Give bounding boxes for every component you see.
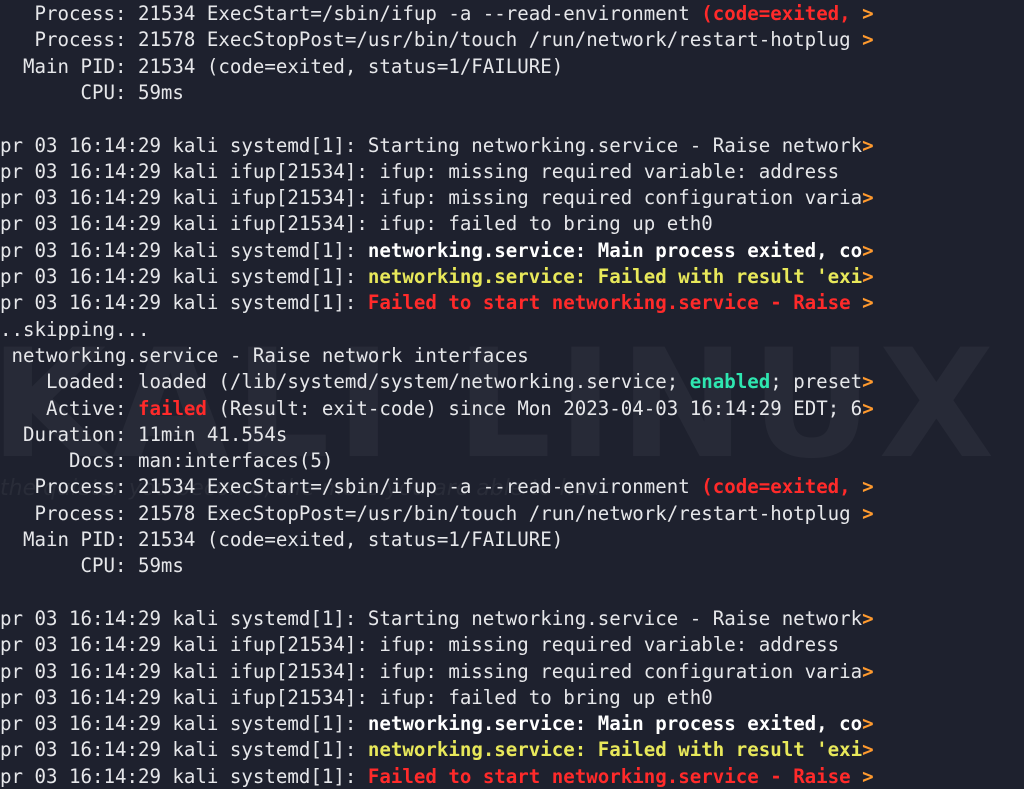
terminal-line: Docs: man:interfaces(5) (0, 448, 1024, 474)
terminal-text: pr 03 16:14:29 kali ifup[21534]: ifup: m… (0, 659, 863, 683)
terminal-line: Active: failed (Result: exit-code) since… (0, 396, 1024, 422)
terminal-line: pr 03 16:14:29 kali ifup[21534]: ifup: m… (0, 185, 1024, 211)
terminal-text-yellow-b: networking.service: Failed with result '… (367, 265, 863, 288)
terminal-text-orange: > (862, 291, 874, 315)
terminal-text: pr 03 16:14:29 kali ifup[21534]: ifup: m… (0, 186, 863, 210)
terminal-text-red-b: failed (137, 396, 207, 420)
terminal-line: Loaded: loaded (/lib/systemd/system/netw… (0, 369, 1024, 395)
terminal-text: Process: 21578 ExecStopPost=/usr/bin/tou… (0, 28, 863, 52)
terminal-line: CPU: 59ms (0, 553, 1024, 579)
terminal-text-orange: > (862, 370, 874, 394)
terminal-line: pr 03 16:14:29 kali systemd[1]: Starting… (0, 133, 1024, 159)
terminal-text: pr 03 16:14:29 kali systemd[1]: (0, 764, 368, 788)
terminal-line: pr 03 16:14:29 kali ifup[21534]: ifup: f… (0, 685, 1024, 711)
terminal-text: Loaded: loaded (/lib/systemd/system/netw… (0, 370, 690, 394)
terminal-text: CPU: 59ms (0, 80, 184, 104)
terminal-line: Process: 21534 ExecStart=/sbin/ifup -a -… (0, 1, 1024, 27)
terminal-text-orange: > (862, 606, 874, 630)
terminal-window[interactable]: KALI LINUX the quieter you become, the m… (0, 0, 1024, 789)
terminal-text-white-b: networking.service: Main process exited,… (367, 238, 863, 262)
terminal-text: Duration: 11min 41.554s (0, 422, 288, 446)
terminal-text-orange: > (862, 712, 874, 736)
terminal-line: networking.service - Raise network inter… (0, 343, 1024, 369)
terminal-line: pr 03 16:14:29 kali ifup[21534]: ifup: m… (0, 632, 1024, 658)
terminal-text-red-b: (code=exited, (701, 475, 863, 499)
terminal-text: CPU: 59ms (0, 554, 184, 578)
terminal-text: ..skipping... (0, 317, 150, 341)
terminal-text-yellow-b: networking.service: Failed with result '… (367, 738, 863, 762)
terminal-line: pr 03 16:14:29 kali systemd[1]: networki… (0, 238, 1024, 264)
terminal-text: pr 03 16:14:29 kali ifup[21534]: ifup: m… (0, 633, 840, 657)
terminal-text: Process: 21578 ExecStopPost=/usr/bin/tou… (0, 501, 863, 525)
terminal-line: Duration: 11min 41.554s (0, 422, 1024, 448)
terminal-line: Process: 21578 ExecStopPost=/usr/bin/tou… (0, 501, 1024, 527)
terminal-line: pr 03 16:14:29 kali ifup[21534]: ifup: m… (0, 159, 1024, 185)
terminal-line: Process: 21534 ExecStart=/sbin/ifup -a -… (0, 474, 1024, 500)
terminal-text-orange: > (862, 396, 874, 420)
terminal-text-orange: > (862, 738, 874, 762)
terminal-text: Process: 21534 ExecStart=/sbin/ifup -a -… (0, 2, 702, 25)
terminal-line: pr 03 16:14:29 kali ifup[21534]: ifup: f… (0, 211, 1024, 237)
terminal-text-orange: > (862, 2, 874, 25)
terminal-text-orange: > (862, 28, 874, 52)
terminal-text: networking.service - Raise network inter… (0, 343, 529, 367)
terminal-text-orange: > (862, 238, 874, 262)
terminal-text-red-b: Failed to start networking.service - Rai… (367, 291, 863, 315)
terminal-line: pr 03 16:14:29 kali systemd[1]: Failed t… (0, 290, 1024, 316)
terminal-line: Main PID: 21534 (code=exited, status=1/F… (0, 54, 1024, 80)
terminal-text: pr 03 16:14:29 kali systemd[1]: (0, 291, 368, 315)
terminal-text: Main PID: 21534 (code=exited, status=1/F… (0, 54, 564, 78)
terminal-line: pr 03 16:14:29 kali ifup[21534]: ifup: m… (0, 659, 1024, 685)
terminal-text: pr 03 16:14:29 kali systemd[1]: Starting… (0, 606, 863, 630)
terminal-text: Process: 21534 ExecStart=/sbin/ifup -a -… (0, 475, 702, 499)
terminal-text: pr 03 16:14:29 kali systemd[1]: (0, 738, 368, 762)
terminal-text-orange: > (862, 659, 874, 683)
terminal-text-orange: > (862, 501, 874, 525)
terminal-text: pr 03 16:14:29 kali systemd[1]: Starting… (0, 133, 863, 157)
terminal-text-green-b: enabled (689, 370, 771, 394)
terminal-text-orange: > (862, 133, 874, 157)
terminal-text: pr 03 16:14:29 kali systemd[1]: (0, 238, 368, 262)
terminal-text: pr 03 16:14:29 kali systemd[1]: (0, 265, 368, 288)
terminal-text: pr 03 16:14:29 kali systemd[1]: (0, 712, 368, 736)
terminal-text: (Result: exit-code) since Mon 2023-04-03… (206, 396, 863, 420)
terminal-line: ..skipping... (0, 317, 1024, 343)
terminal-text: pr 03 16:14:29 kali ifup[21534]: ifup: f… (0, 212, 713, 236)
terminal-text-orange: > (862, 186, 874, 210)
terminal-line: Main PID: 21534 (code=exited, status=1/F… (0, 527, 1024, 553)
terminal-line: pr 03 16:14:29 kali systemd[1]: networki… (0, 711, 1024, 737)
terminal-text-white-b: networking.service: Main process exited,… (367, 712, 863, 736)
terminal-text-orange: > (862, 764, 874, 788)
terminal-text: ; preset (770, 370, 863, 394)
terminal-line: pr 03 16:14:29 kali systemd[1]: networki… (0, 264, 1024, 290)
terminal-line: pr 03 16:14:29 kali systemd[1]: networki… (0, 737, 1024, 763)
terminal-text-orange: > (862, 265, 874, 288)
terminal-line: Process: 21578 ExecStopPost=/usr/bin/tou… (0, 27, 1024, 53)
terminal-text-red-b: (code=exited, (701, 2, 863, 25)
terminal-line: pr 03 16:14:29 kali systemd[1]: Starting… (0, 606, 1024, 632)
terminal-text: Main PID: 21534 (code=exited, status=1/F… (0, 528, 564, 551)
terminal-text: Docs: man:interfaces(5) (0, 449, 334, 473)
terminal-line: pr 03 16:14:29 kali systemd[1]: Failed t… (0, 764, 1024, 789)
terminal-text: Active: (0, 396, 138, 420)
terminal-text: pr 03 16:14:29 kali ifup[21534]: ifup: f… (0, 685, 713, 709)
terminal-text-red-b: Failed to start networking.service - Rai… (367, 764, 863, 788)
terminal-line: CPU: 59ms (0, 80, 1024, 106)
terminal-text-orange: > (862, 475, 874, 499)
terminal-text: pr 03 16:14:29 kali ifup[21534]: ifup: m… (0, 159, 840, 183)
